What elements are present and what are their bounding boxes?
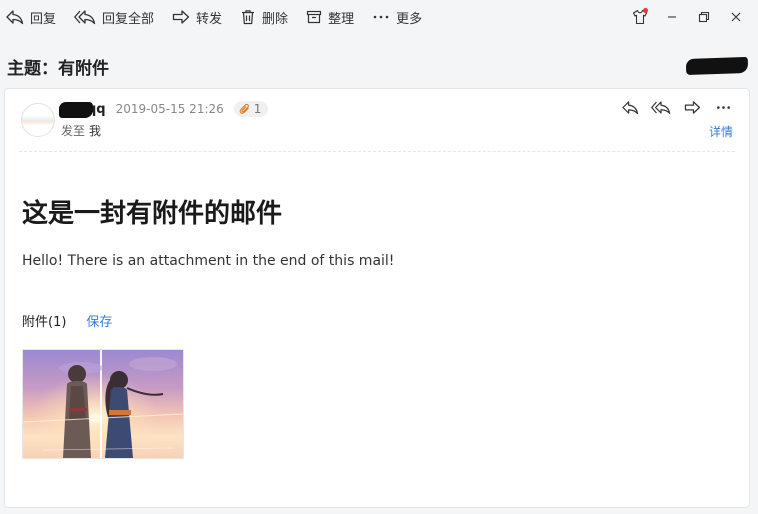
mail-date: 2019-05-15 21:26 [115,102,224,116]
mail-reply-button[interactable] [618,97,642,117]
restore-button[interactable] [688,5,720,29]
organize-label: 整理 [328,11,355,27]
more-button[interactable]: 更多 [372,5,422,29]
sender-name[interactable]: qq [59,101,106,118]
close-button[interactable] [720,5,752,29]
reply-button[interactable]: 回复 [6,5,56,29]
details-link[interactable]: 详情 [709,123,733,140]
mail-subject: 主题：有附件 [7,59,109,79]
paperclip-icon [239,103,249,114]
delete-button[interactable]: 删除 [240,5,288,29]
reply-all-label: 回复全部 [102,11,155,27]
sender-row: qq 2019-05-15 21:26 1 [59,101,269,118]
delete-label: 删除 [262,11,289,27]
restore-icon [698,11,710,23]
forward-button[interactable]: 转发 [172,5,222,29]
organize-button[interactable]: 整理 [306,5,354,29]
window-controls [624,0,752,34]
mail-body-text: Hello! There is an attachment in the end… [22,253,395,269]
anime-couple-image [23,350,183,458]
more-dots-icon [716,105,730,109]
trash-icon [242,10,255,25]
forward-icon [172,10,190,24]
header-divider [19,151,735,152]
skin-button[interactable] [624,5,656,29]
mail-body-title: 这是一封有附件的邮件 [22,199,283,229]
save-attachments-link[interactable]: 保存 [86,311,112,330]
reply-all-icon [74,10,96,25]
recipient-name[interactable]: 我 [89,124,101,138]
more-label: 更多 [396,11,423,27]
mail-reply-all-button[interactable] [649,97,673,117]
to-label: 发至 [61,124,86,138]
reply-icon [6,10,24,25]
notification-dot [643,8,648,13]
mail-card: qq 2019-05-15 21:26 1 发至我 详情 这是一封有附件的邮件 … [4,88,750,508]
minimize-icon [668,16,676,18]
archive-icon [306,10,322,24]
attachments-label: 附件(1) [22,315,67,330]
minimize-button[interactable] [656,5,688,29]
sender-avatar[interactable] [21,103,55,137]
attachment-badge[interactable]: 1 [233,101,269,117]
forward-label: 转发 [196,11,223,27]
attachments-header: 附件(1) 保存 [22,311,112,330]
redacted-sender [59,101,93,118]
reply-all-icon [651,100,671,114]
recipient-row: 发至我 [61,122,101,139]
redacted-account [685,56,749,76]
mail-actions [611,97,735,117]
attachment-count: 1 [253,102,262,116]
mail-forward-button[interactable] [680,97,704,117]
reply-icon [621,100,638,114]
attachment-thumbnail[interactable] [22,349,184,459]
reply-all-button[interactable]: 回复全部 [74,5,154,29]
close-icon [731,12,741,22]
more-dots-icon [373,15,389,19]
reply-label: 回复 [30,11,57,27]
mail-toolbar: 回复 回复全部 转发 删除 整理 更多 [0,0,758,34]
mail-more-button[interactable] [711,97,735,117]
forward-icon [684,100,700,114]
